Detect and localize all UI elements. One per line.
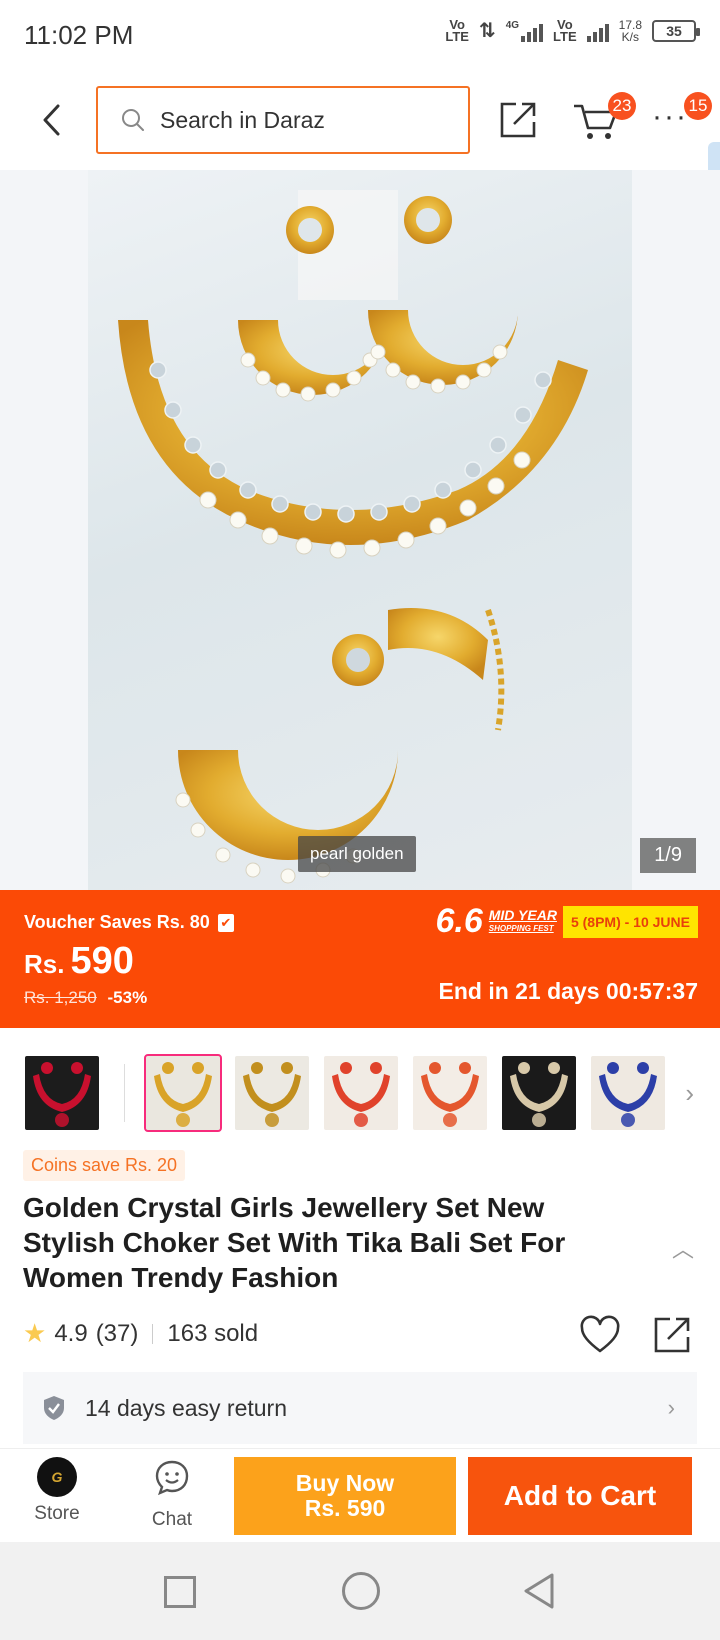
search-icon — [122, 109, 144, 131]
add-to-cart-button[interactable]: Add to Cart — [468, 1457, 692, 1535]
wishlist-button[interactable] — [578, 1313, 622, 1357]
campaign-subtitle: SHOPPING FEST — [488, 923, 554, 933]
chat-button[interactable]: Chat — [140, 1457, 204, 1531]
product-title: Golden Crystal Girls Jewellery Set New S… — [23, 1192, 566, 1293]
price-banner: Voucher Saves Rs. 80 ✔ Rs. 590 Rs. 1,250 … — [0, 890, 720, 1028]
voucher-check-icon: ✔ — [217, 913, 234, 932]
image-counter: 1/9 — [640, 838, 696, 873]
recent-apps-icon[interactable] — [164, 1576, 196, 1608]
buy-now-label: Buy Now — [295, 1470, 395, 1496]
search-input[interactable]: Search in Daraz — [96, 86, 470, 154]
price-amount: 590 — [70, 940, 134, 982]
battery-level: 35 — [666, 22, 682, 39]
share-icon — [654, 1317, 690, 1353]
notification-badge: 15 — [684, 92, 712, 120]
search-placeholder: Search in Daraz — [160, 106, 325, 133]
heart-icon — [580, 1315, 620, 1353]
status-bar: 11:02 PM Vo LTE ⇅ 4G Vo LTE 17.8 K/s 35 — [0, 0, 720, 72]
home-icon[interactable] — [342, 1572, 380, 1610]
return-policy-text: 14 days easy return — [85, 1394, 288, 1421]
collapse-chevron-icon[interactable]: ︿ — [672, 1232, 694, 1264]
battery-icon: 35 — [652, 19, 700, 42]
variant-thumbnails: › — [0, 1054, 720, 1134]
campaign-banner[interactable]: 6.6 MID YEAR SHOPPING FEST 5 (8PM) - 10 J… — [435, 902, 698, 941]
cart-count-badge: 23 — [608, 92, 636, 120]
rating-value: 4.9 — [54, 1319, 88, 1347]
thumbnail-divider — [124, 1064, 125, 1122]
original-price-row: Rs. 1,250 -53% — [24, 988, 147, 1008]
variant-thumbnail[interactable] — [235, 1056, 309, 1130]
coins-savings-badge[interactable]: Coins save Rs. 20 — [23, 1150, 186, 1181]
campaign-number: 6.6 — [435, 902, 483, 940]
jewellery-illustration — [118, 190, 588, 884]
bottom-action-bar: G Store Chat Buy Now Rs. 590 Add to Cart — [0, 1448, 720, 1542]
share-page-button[interactable] — [496, 98, 540, 142]
campaign-title-text: MID YEAR — [488, 906, 557, 923]
store-logo: G — [37, 1457, 77, 1497]
status-time: 11:02 PM — [24, 20, 134, 50]
store-button[interactable]: G Store — [26, 1457, 88, 1525]
share-icon — [500, 102, 536, 138]
share-product-button[interactable] — [650, 1313, 694, 1357]
store-label: Store — [34, 1503, 80, 1524]
chevron-right-icon: › — [667, 1395, 675, 1420]
star-icon: ★ — [23, 1318, 47, 1348]
net-4g-label: 4G — [505, 19, 520, 31]
system-navigation-bar — [0, 1542, 720, 1640]
variant-thumbnail[interactable] — [591, 1056, 665, 1130]
discount-percent: -53% — [107, 988, 148, 1007]
current-price: Rs. 590 — [24, 940, 134, 983]
chat-icon — [155, 1460, 189, 1496]
variant-thumbnail-selected[interactable] — [144, 1054, 222, 1132]
signal-icon — [586, 20, 609, 42]
rating-row[interactable]: ★ 4.9 (37) 163 sold — [23, 1318, 258, 1349]
return-policy-row[interactable]: 14 days easy return › — [23, 1372, 697, 1444]
buy-now-button[interactable]: Buy Now Rs. 590 — [234, 1457, 456, 1535]
thumbnails-next-chevron-icon[interactable]: › — [685, 1078, 694, 1109]
product-image[interactable] — [88, 170, 632, 890]
variant-thumbnail[interactable] — [25, 1056, 99, 1130]
volte-indicator-2: Vo LTE — [553, 16, 577, 44]
original-price: Rs. 1,250 — [24, 988, 97, 1007]
data-arrows-icon: ⇅ — [478, 20, 496, 42]
chat-label: Chat — [151, 1509, 193, 1530]
shield-check-icon — [44, 1396, 64, 1420]
sale-countdown: End in 21 days 00:57:37 — [438, 978, 698, 1004]
system-back-icon[interactable] — [522, 1572, 556, 1610]
divider — [152, 1323, 154, 1344]
campaign-title: MID YEAR SHOPPING FEST — [489, 908, 557, 936]
top-navigation: Search in Daraz 23 ··· 15 — [0, 72, 720, 262]
image-variant-label: pearl golden — [298, 836, 416, 872]
product-image-gallery[interactable]: pearl golden 1/9 — [0, 170, 720, 890]
variant-thumbnail[interactable] — [413, 1056, 487, 1130]
voucher-text: Voucher Saves Rs. 80 — [24, 912, 210, 932]
more-options-button[interactable]: ··· — [652, 102, 688, 132]
voucher-savings[interactable]: Voucher Saves Rs. 80 ✔ — [24, 912, 234, 933]
signal-4g-icon: 4G — [505, 19, 544, 42]
review-count: (37) — [95, 1319, 139, 1347]
variant-thumbnail[interactable] — [324, 1056, 398, 1130]
price-currency: Rs. — [24, 949, 65, 979]
buy-now-price: Rs. 590 — [304, 1495, 386, 1521]
back-button[interactable] — [30, 98, 74, 142]
network-speed: 17.8 K/s — [618, 17, 642, 44]
sold-count: 163 sold — [167, 1319, 259, 1347]
campaign-dates: 5 (8PM) - 10 JUNE — [562, 905, 698, 938]
status-icons: Vo LTE ⇅ 4G Vo LTE 17.8 K/s 35 — [445, 16, 700, 44]
back-arrow-icon — [43, 104, 60, 136]
variant-thumbnail[interactable] — [502, 1056, 576, 1130]
volte-indicator: Vo LTE — [445, 16, 469, 44]
